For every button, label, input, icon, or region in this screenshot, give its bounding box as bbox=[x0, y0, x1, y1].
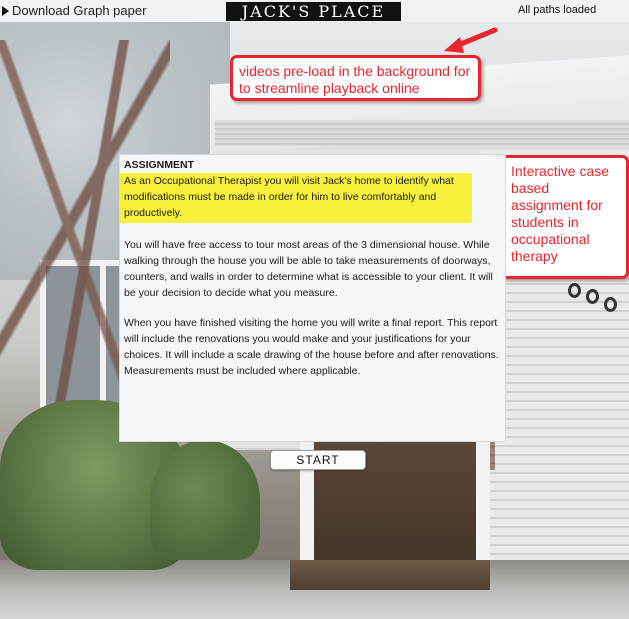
background-deck bbox=[290, 560, 490, 590]
assignment-highlight-text: As an Occupational Therapist you will vi… bbox=[120, 173, 472, 223]
start-button[interactable]: START bbox=[270, 450, 366, 470]
play-triangle-icon bbox=[2, 5, 9, 16]
top-bar: Download Graph paper JACK'S PLACE All pa… bbox=[0, 0, 629, 22]
assignment-panel: ASSIGNMENT As an Occupational Therapist … bbox=[119, 154, 506, 442]
jacks-place-logo: JACK'S PLACE bbox=[226, 2, 401, 21]
assignment-callout: Interactive case based assignment for st… bbox=[500, 155, 629, 279]
arrow-icon bbox=[444, 27, 498, 53]
assignment-paragraph: When you have finished visiting the home… bbox=[124, 317, 499, 377]
assignment-paragraph: You will have free access to tour most a… bbox=[124, 239, 493, 299]
background-green-tarp bbox=[150, 440, 260, 560]
download-label: Download Graph paper bbox=[12, 3, 147, 18]
background-house-number bbox=[560, 275, 629, 325]
preload-callout: videos pre-load in the background for to… bbox=[230, 55, 481, 101]
download-graph-paper-link[interactable]: Download Graph paper bbox=[2, 3, 146, 18]
assignment-heading: ASSIGNMENT bbox=[124, 159, 195, 171]
background-gutter bbox=[215, 120, 629, 146]
status-text: All paths loaded bbox=[518, 4, 597, 16]
